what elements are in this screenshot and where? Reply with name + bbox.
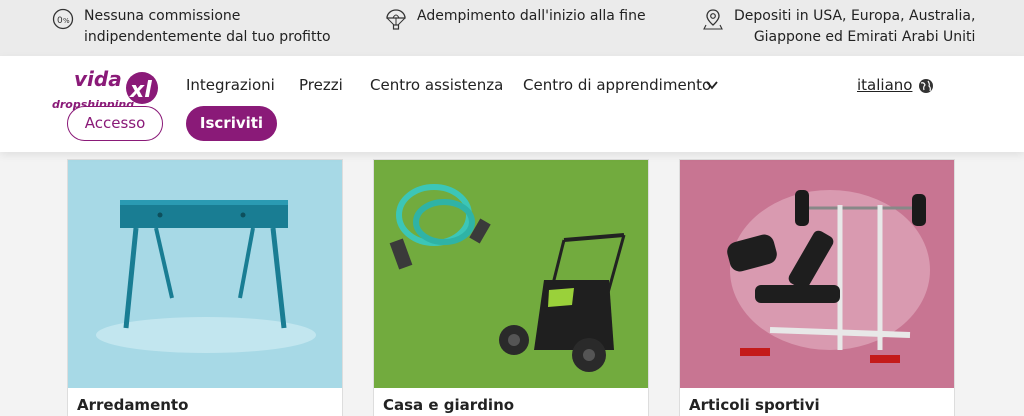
garden-hose-sweeper-image — [374, 160, 648, 388]
nav-centro-di-apprendimento[interactable]: Centro di apprendimento — [523, 76, 711, 94]
globe-icon[interactable] — [918, 78, 934, 94]
category-label: Casa e giardino — [383, 396, 515, 414]
category-label: Articoli sportivi — [689, 396, 820, 414]
category-card-furniture[interactable]: Arredamento — [67, 159, 343, 416]
usp-text-line: Adempimento dall'inizio alla fine — [417, 8, 646, 24]
category-card-sports[interactable]: Articoli sportivi — [679, 159, 955, 416]
signup-button[interactable]: Iscriviti — [186, 106, 277, 141]
weight-bench-image — [680, 160, 954, 388]
desk-image — [68, 160, 342, 388]
nav-prezzi[interactable]: Prezzi — [299, 76, 343, 94]
usp-text-line: Giappone ed Emirati Arabi Uniti — [753, 29, 976, 45]
usp-bar: 0 % Nessuna commissione indipendentement… — [0, 0, 1024, 56]
nav-centro-assistenza[interactable]: Centro assistenza — [370, 76, 503, 94]
usp-no-commission: 0 % Nessuna commissione indipendentement… — [52, 6, 331, 48]
nav-integrazioni[interactable]: Integrazioni — [186, 76, 275, 94]
chevron-down-icon[interactable] — [705, 78, 719, 92]
zero-percent-icon: 0 % — [52, 8, 74, 30]
svg-text:%: % — [63, 17, 70, 25]
parachute-icon — [386, 9, 406, 30]
language-selector[interactable]: italiano — [857, 76, 912, 94]
usp-warehouses: Depositi in USA, Europa, Australia, Giap… — [702, 6, 975, 48]
category-label: Arredamento — [77, 396, 189, 414]
svg-text:vida: vida — [74, 67, 122, 91]
usp-fulfillment: Adempimento dall'inizio alla fine — [385, 6, 646, 30]
category-card-home-garden[interactable]: Casa e giardino — [373, 159, 649, 416]
usp-text-line: Depositi in USA, Europa, Australia, — [734, 8, 976, 24]
usp-text-line: indipendentemente dal tuo profitto — [84, 29, 331, 45]
site-header: vida xl dropshipping Integrazioni Prezzi… — [0, 56, 1024, 152]
login-button[interactable]: Accesso — [67, 106, 163, 141]
location-pin-icon — [703, 9, 723, 30]
usp-text-line: Nessuna commissione — [84, 8, 241, 24]
